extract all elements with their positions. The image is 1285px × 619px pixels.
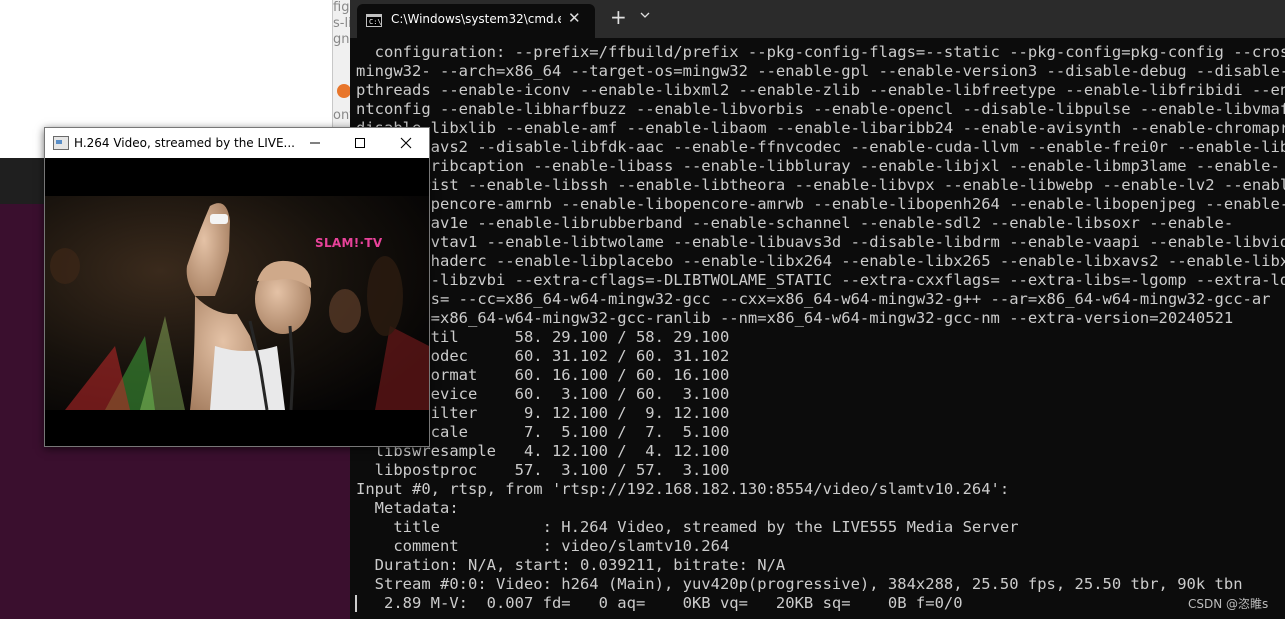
console-line: comment : video/slamtv10.264	[356, 537, 730, 555]
watermark-text: CSDN @恣睢s	[1188, 597, 1269, 611]
console-line: configuration: --prefix=/ffbuild/prefix …	[374, 43, 1285, 61]
console-line: libavcodec 60. 31.102 / 60. 31.102	[356, 347, 730, 365]
console-line: dexeflags= --cc=x86_64-w64-mingw32-gcc -…	[356, 290, 1271, 308]
console-line: libswscale 7. 5.100 / 7. 5.100	[356, 423, 730, 441]
background-orange-icon	[337, 84, 351, 98]
terminal-tab[interactable]: C:\ C:\Windows\system32\cmd.ex ✕	[357, 4, 595, 38]
console-output: configuration: --prefix=/ffbuild/prefix …	[356, 43, 1285, 613]
console-line: libavfilter 9. 12.100 / 9. 12.100	[356, 404, 730, 422]
video-window-title: H.264 Video, streamed by the LIVE...	[74, 136, 295, 150]
cmd-icon: C:\	[366, 14, 382, 27]
console-line: Duration: N/A, start: 0.039211, bitrate:…	[356, 556, 786, 574]
console-line: libavutil 58. 29.100 / 58. 29.100	[356, 328, 730, 346]
console-line: 2.89 M-V: 0.007 fd= 0 aq= 0KB vq= 20KB s…	[356, 594, 963, 612]
maximize-button[interactable]	[337, 128, 383, 158]
console-line: Stream #0:0: Video: h264 (Main), yuv420p…	[356, 575, 1243, 593]
console-line: ble-libaribcaption --enable-libass --ena…	[356, 157, 1280, 175]
close-icon	[400, 137, 412, 149]
tab-title: C:\Windows\system32\cmd.ex	[391, 12, 561, 26]
video-frame-area: SLAM!·TV	[45, 158, 429, 446]
console-line: libswresample 4. 12.100 / 4. 12.100	[356, 442, 730, 460]
terminal-window: C:\ C:\Windows\system32\cmd.ex ✕ + confi…	[350, 0, 1285, 619]
console-line: ble-libopencore-amrnb --enable-libopenco…	[356, 195, 1285, 213]
minimize-button[interactable]	[292, 128, 338, 158]
text-cursor	[355, 595, 357, 612]
console-line: ble-libdavs2 --disable-libfdk-aac --enab…	[356, 138, 1285, 156]
terminal-tab-bar: C:\ C:\Windows\system32\cmd.ex ✕ +	[350, 0, 1285, 38]
console-line: mingw32- --arch=x86_64 --target-os=mingw…	[356, 62, 1285, 80]
chevron-down-icon[interactable]	[640, 10, 650, 20]
video-title-bar[interactable]: H.264 Video, streamed by the LIVE...	[45, 128, 429, 158]
app-window-icon	[53, 136, 69, 150]
maximize-icon	[355, 138, 365, 148]
console-line: title : H.264 Video, streamed by the LIV…	[356, 518, 1019, 536]
console-line: ble-librav1e --enable-librubberband --en…	[356, 214, 1234, 232]
console-line: libpostproc 57. 3.100 / 57. 3.100	[356, 461, 730, 479]
console-line: ble-libshaderc --enable-libplacebo --ena…	[356, 252, 1285, 270]
console-line: libavdevice 60. 3.100 / 60. 3.100	[356, 385, 730, 403]
console-line: libavformat 60. 16.100 / 60. 16.100	[356, 366, 730, 384]
console-line: ble-librist --enable-libssh --enable-lib…	[356, 176, 1285, 194]
tab-close-icon[interactable]: ✕	[568, 9, 581, 27]
video-player-window: H.264 Video, streamed by the LIVE... SLA…	[44, 127, 430, 447]
console-line: ntconfig --enable-libharfbuzz --enable-l…	[356, 100, 1285, 118]
console-line: ble-libsvtav1 --enable-libtwolame --enab…	[356, 233, 1285, 251]
console-line: --ranlib=x86_64-w64-mingw32-gcc-ranlib -…	[356, 309, 1234, 327]
background-text-fragment: s-li	[333, 16, 352, 31]
channel-logo: SLAM!·TV	[315, 236, 383, 250]
console-line: --enable-libzvbi --extra-cflags=-DLIBTWO…	[356, 271, 1285, 289]
console-line: pthreads --enable-iconv --enable-libxml2…	[356, 81, 1285, 99]
close-button[interactable]	[383, 128, 429, 158]
new-tab-button[interactable]: +	[610, 5, 627, 29]
console-line: Input #0, rtsp, from 'rtsp://192.168.182…	[356, 480, 1010, 498]
minimize-icon	[310, 142, 320, 144]
video-frame-image: SLAM!·TV	[45, 196, 429, 410]
console-line: disable-libxlib --enable-amf --enable-li…	[356, 119, 1285, 137]
console-line: Metadata:	[356, 499, 459, 517]
